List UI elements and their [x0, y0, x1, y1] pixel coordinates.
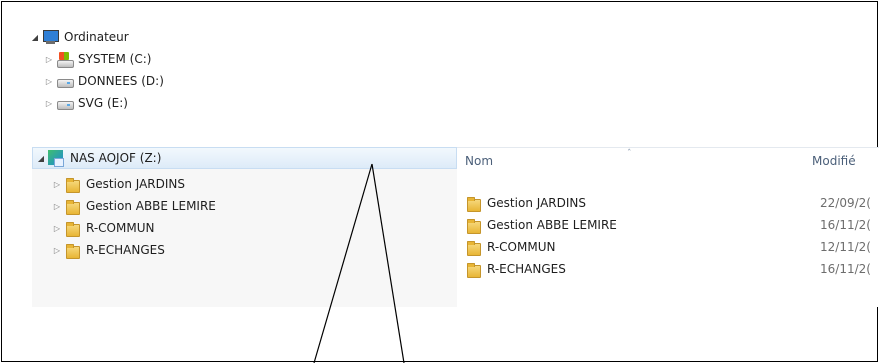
callout-line-right	[371, 163, 405, 363]
explorer-window: ◢ Ordinateur ▷ SYSTEM (C:) ▷ DONNEES (D:…	[1, 1, 879, 363]
callout-line-left	[313, 163, 373, 363]
callout-lines	[313, 163, 405, 363]
